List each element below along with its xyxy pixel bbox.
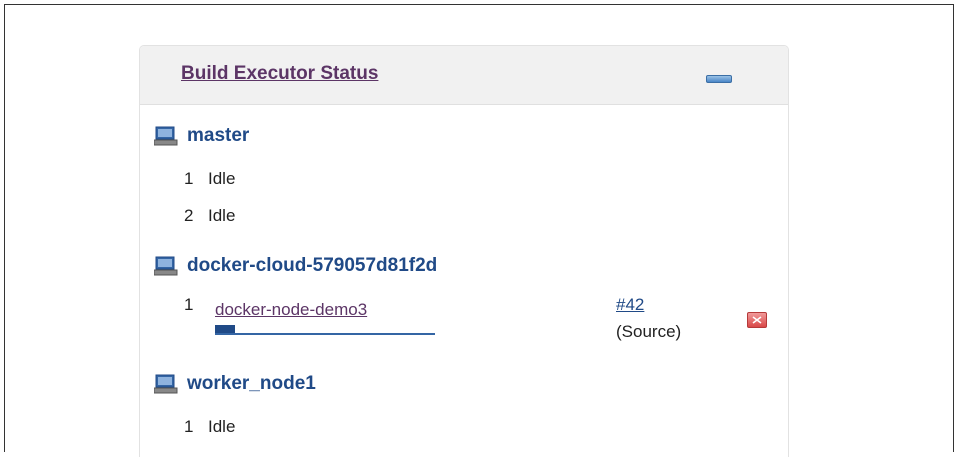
panel-title-link[interactable]: Build Executor Status bbox=[181, 63, 378, 85]
build-progress-fill bbox=[215, 325, 235, 333]
computer-icon bbox=[154, 374, 178, 394]
node-name-link[interactable]: master bbox=[187, 125, 249, 147]
window-frame: Build Executor Status master 1 Idle 2 Id… bbox=[4, 4, 954, 457]
stop-icon[interactable] bbox=[747, 312, 767, 328]
computer-icon bbox=[154, 256, 178, 276]
running-job-link[interactable]: docker-node-demo3 bbox=[215, 300, 367, 320]
panel-header: Build Executor Status bbox=[140, 46, 788, 105]
node-master: master bbox=[154, 125, 249, 147]
node-name-link[interactable]: docker-cloud-579057d81f2d bbox=[187, 255, 437, 277]
executor-status: Idle bbox=[208, 169, 236, 188]
executor-number: 2 bbox=[184, 206, 194, 225]
close-icon bbox=[752, 316, 762, 324]
executor-number: 1 bbox=[184, 417, 194, 436]
executor-number: 1 bbox=[184, 295, 194, 314]
build-progress-bar[interactable] bbox=[215, 325, 435, 335]
executor-row: 1 bbox=[184, 295, 208, 315]
executor-status: Idle bbox=[208, 206, 236, 225]
executor-row: 2 Idle bbox=[184, 206, 235, 226]
node-worker-node1: worker_node1 bbox=[154, 373, 316, 395]
build-label: (Source) bbox=[616, 322, 682, 341]
build-executor-panel: Build Executor Status master 1 Idle 2 Id… bbox=[139, 45, 789, 457]
computer-icon bbox=[154, 126, 178, 146]
executor-number: 1 bbox=[184, 169, 194, 188]
minus-icon[interactable] bbox=[706, 75, 732, 83]
build-number-link[interactable]: #42 bbox=[616, 295, 644, 315]
executor-row: 1 Idle bbox=[184, 417, 235, 437]
node-docker-cloud: docker-cloud-579057d81f2d bbox=[154, 255, 437, 277]
node-name-link[interactable]: worker_node1 bbox=[187, 373, 316, 395]
executor-status: Idle bbox=[208, 417, 236, 436]
executor-row: 1 Idle bbox=[184, 169, 235, 189]
